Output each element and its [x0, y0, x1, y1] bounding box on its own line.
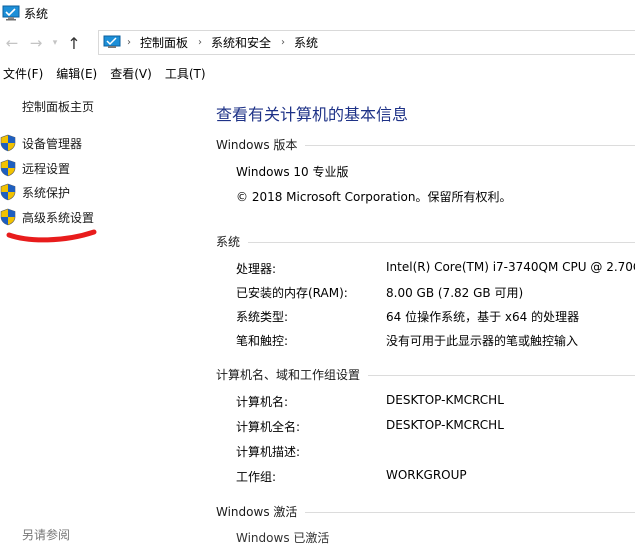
sidebar-item-label: 设备管理器 [22, 136, 83, 151]
info-key: 计算机描述: [236, 445, 301, 459]
info-row-description: 计算机描述: [236, 443, 635, 461]
sidebar-item-advanced-settings[interactable]: 高级系统设置 [0, 207, 94, 227]
info-row-pen-touch: 笔和触控: 没有可用于此显示器的笔或触控输入 [236, 332, 635, 350]
info-value: 64 位操作系统，基于 x64 的处理器 [386, 310, 580, 324]
chevron-right-icon: › [127, 37, 131, 48]
chevron-down-icon: ▾ [52, 38, 58, 48]
computer-icon [103, 35, 121, 48]
sidebar-item-system-protection[interactable]: 系统保护 [0, 182, 70, 202]
uac-shield-icon [0, 208, 16, 226]
info-value: 8.00 GB (7.82 GB 可用) [386, 286, 524, 300]
arrow-left-icon: ← [5, 34, 19, 52]
uac-shield-icon [0, 134, 16, 152]
back-button[interactable]: ← [0, 31, 24, 55]
menu-view[interactable]: 查看(V) [106, 65, 156, 82]
system-section-header: 系统 [216, 233, 635, 249]
info-key: 已安装的内存(RAM): [236, 286, 348, 300]
activation-status: Windows 已激活 [236, 531, 330, 545]
forward-button[interactable]: → [24, 31, 48, 55]
red-annotation-underline [6, 229, 97, 243]
menu-edit[interactable]: 编辑(E) [52, 65, 101, 82]
uac-shield-icon [0, 183, 16, 201]
up-button[interactable]: ↑ [62, 31, 86, 55]
info-key: 处理器: [236, 262, 277, 276]
sidebar-home-link[interactable]: 控制面板主页 [22, 98, 94, 115]
section-heading: 计算机名、域和工作组设置 [216, 367, 361, 382]
info-key: 工作组: [236, 470, 277, 484]
info-value: 没有可用于此显示器的笔或触控输入 [386, 334, 579, 348]
computer-icon [2, 5, 20, 21]
sidebar-item-label: 远程设置 [22, 161, 71, 176]
chevron-right-icon[interactable]: › [281, 37, 285, 48]
breadcrumb-system-security[interactable]: 系统和安全 [211, 34, 271, 51]
section-heading: Windows 版本 [216, 137, 298, 152]
info-value: DESKTOP-KMCRCHL [386, 393, 504, 407]
info-value: DESKTOP-KMCRCHL [386, 418, 504, 432]
uac-shield-icon [0, 159, 16, 177]
computer-section-header: 计算机名、域和工作组设置 [216, 366, 635, 382]
window-title: 系统 [24, 6, 49, 21]
breadcrumb-control-panel[interactable]: 控制面板 [140, 34, 188, 51]
navigation-bar: ← → ▾ ↑ › 控制面板 › 系统和安全 › 系统 [0, 30, 635, 56]
title-bar: 系统 [0, 0, 635, 26]
copyright-text: © 2018 Microsoft Corporation。保留所有权利。 [236, 190, 512, 204]
arrow-up-icon: ↑ [67, 33, 81, 53]
info-value: WORKGROUP [386, 468, 467, 482]
info-row-workgroup: 工作组: WORKGROUP [236, 468, 635, 486]
sidebar-item-label: 系统保护 [22, 185, 71, 200]
info-row-full-name: 计算机全名: DESKTOP-KMCRCHL [236, 418, 635, 436]
info-value: Intel(R) Core(TM) i7-3740QM CPU @ 2.70G [386, 260, 635, 274]
divider [248, 241, 635, 243]
sidebar-item-device-manager[interactable]: 设备管理器 [0, 133, 82, 153]
info-key: 笔和触控: [236, 334, 289, 348]
edition-section-header: Windows 版本 [216, 136, 635, 152]
activation-section-header: Windows 激活 [216, 503, 635, 519]
info-row-ram: 已安装的内存(RAM): 8.00 GB (7.82 GB 可用) [236, 284, 635, 302]
info-row-computer-name: 计算机名: DESKTOP-KMCRCHL [236, 393, 635, 411]
arrow-right-icon: → [29, 34, 43, 52]
divider [305, 144, 635, 146]
chevron-right-icon[interactable]: › [198, 37, 202, 48]
edition-name: Windows 10 专业版 [236, 165, 349, 179]
menu-file[interactable]: 文件(F) [0, 65, 47, 82]
sidebar-item-remote-settings[interactable]: 远程设置 [0, 158, 70, 178]
main-content: 查看有关计算机的基本信息 Windows 版本 Windows 10 专业版 ©… [216, 86, 635, 545]
info-key: 系统类型: [236, 310, 289, 324]
menu-tools[interactable]: 工具(T) [161, 65, 210, 82]
info-row-system-type: 系统类型: 64 位操作系统，基于 x64 的处理器 [236, 308, 635, 326]
sidebar-item-label: 高级系统设置 [22, 210, 95, 225]
menu-bar: 文件(F) 编辑(E) 查看(V) 工具(T) [0, 62, 635, 84]
info-key: 计算机名: [236, 395, 289, 409]
section-heading: 系统 [216, 234, 241, 249]
info-row-processor: 处理器: Intel(R) Core(TM) i7-3740QM CPU @ 2… [236, 260, 635, 278]
info-key: 计算机全名: [236, 420, 301, 434]
breadcrumb-system[interactable]: 系统 [294, 34, 318, 51]
address-bar[interactable]: › 控制面板 › 系统和安全 › 系统 [98, 30, 635, 55]
recent-locations-button[interactable]: ▾ [48, 31, 62, 55]
section-heading: Windows 激活 [216, 504, 298, 519]
divider [305, 511, 635, 513]
sidebar: 控制面板主页 设备管理器 远程设置 系统保护 高级系统设置 另请参阅 [0, 86, 200, 542]
page-title: 查看有关计算机的基本信息 [216, 105, 409, 124]
divider [368, 374, 635, 376]
